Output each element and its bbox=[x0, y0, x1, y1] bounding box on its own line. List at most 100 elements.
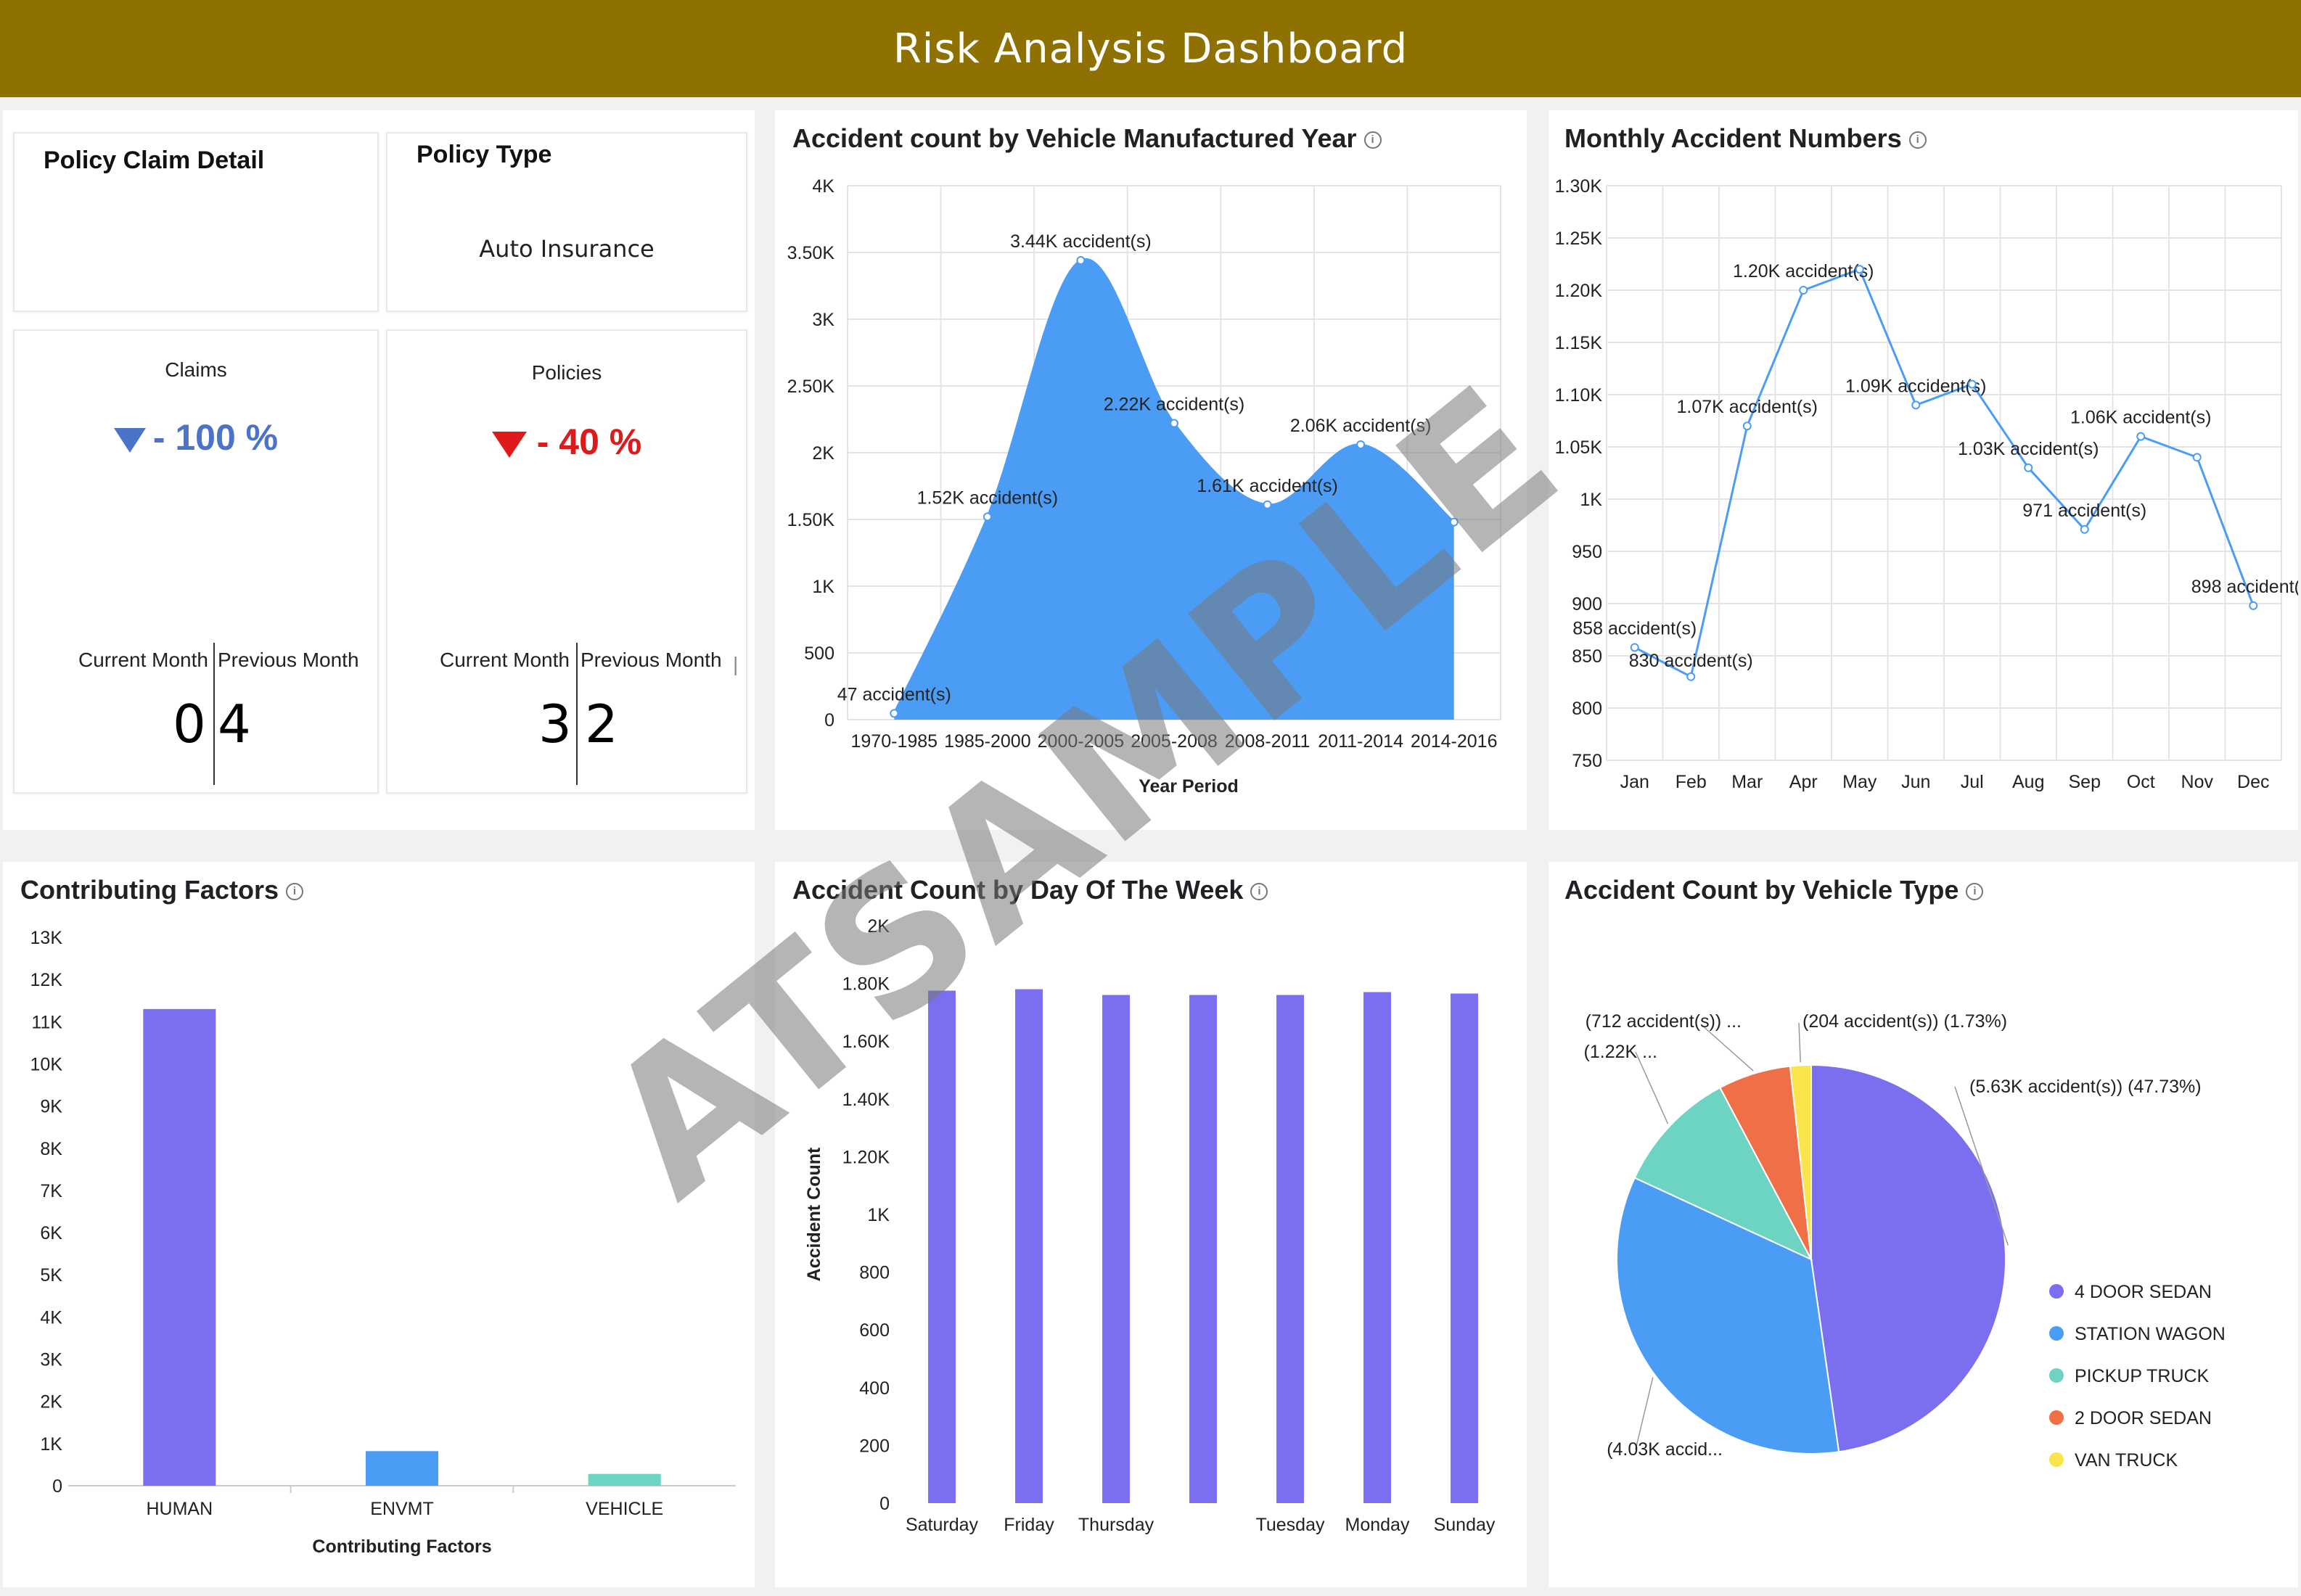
monthly-line-chart: 750 800 850 900 950 1K 1.05K 1.10K 1.15K 1.20K 1.2… bbox=[1555, 176, 2298, 792]
x-tick-label: May bbox=[1842, 772, 1877, 792]
y-tick-label: 1K bbox=[40, 1434, 62, 1455]
data-label: 830 accident(s) bbox=[1629, 651, 1753, 671]
x-tick-label: VEHICLE bbox=[586, 1499, 663, 1519]
data-point bbox=[1076, 256, 1086, 266]
y-tick-label: 1K bbox=[812, 577, 834, 597]
data-point bbox=[1263, 500, 1272, 509]
y-axis-label: Accident Count bbox=[804, 1147, 824, 1281]
x-tick-label: Aug bbox=[2012, 772, 2044, 792]
data-point bbox=[1799, 286, 1808, 295]
data-point bbox=[1967, 379, 1977, 389]
legend-marker bbox=[2049, 1368, 2064, 1383]
data-label: 1.20K accident(s) bbox=[1733, 261, 1874, 281]
y-tick-label: 6K bbox=[40, 1223, 62, 1243]
data-label: 3.44K accident(s) bbox=[1010, 231, 1152, 252]
y-tick-label: 200 bbox=[859, 1436, 890, 1456]
y-tick-label: 2K bbox=[812, 443, 834, 464]
data-label: 1.06K accident(s) bbox=[2070, 408, 2212, 428]
y-tick-label: 500 bbox=[804, 643, 834, 664]
data-label: 971 accident(s) bbox=[2022, 501, 2146, 521]
x-tick-label: Saturday bbox=[906, 1515, 979, 1535]
y-tick-label: 9K bbox=[40, 1097, 62, 1117]
data-point bbox=[983, 512, 992, 522]
data-point bbox=[890, 709, 899, 718]
x-tick-label: Mar bbox=[1731, 772, 1763, 792]
claims-divider bbox=[213, 643, 215, 785]
y-tick-label: 800 bbox=[859, 1263, 890, 1283]
y-tick-label: 1.50K bbox=[787, 510, 835, 530]
x-tick-label: 2011-2014 bbox=[1318, 731, 1403, 752]
data-point bbox=[2192, 453, 2202, 462]
data-label: 2.22K accident(s) bbox=[1104, 395, 1245, 415]
slice-label: (1.22K ... bbox=[1584, 1042, 1657, 1062]
monthly-chart-panel: Monthly Accident Numbers i 750 800 850 900 95… bbox=[1549, 110, 2298, 830]
policies-card: Policies - 40 % Current Month Previous M… bbox=[386, 329, 747, 794]
y-tick-label: 1.15K bbox=[1555, 333, 1603, 353]
policies-extra-mark: | bbox=[733, 653, 739, 675]
y-tick-label: 2K bbox=[40, 1392, 62, 1412]
data-label: 898 accident(s) bbox=[2191, 577, 2298, 597]
y-tick-label: 800 bbox=[1572, 699, 1602, 719]
pie-slice bbox=[1810, 1064, 2006, 1453]
y-tick-label: 1K bbox=[867, 1205, 890, 1225]
x-tick-label: Apr bbox=[1789, 772, 1818, 792]
slice-label: (204 accident(s)) (1.73%) bbox=[1802, 1011, 2007, 1032]
vehicle-pie-chart: (5.63K accident(s)) (47.73%) (4.03K accid… bbox=[1584, 1011, 2226, 1470]
data-point bbox=[1855, 265, 1864, 274]
x-tick-label: HUMAN bbox=[146, 1499, 213, 1519]
legend-label: 2 DOOR SEDAN bbox=[2075, 1408, 2212, 1428]
x-tick-label: Feb bbox=[1675, 772, 1707, 792]
bar bbox=[1189, 995, 1217, 1503]
legend-marker bbox=[2049, 1452, 2064, 1467]
x-tick-label: Oct bbox=[2127, 772, 2155, 792]
claims-previous-value: 4 bbox=[218, 694, 251, 754]
x-tick-label: Dec bbox=[2237, 772, 2269, 792]
data-point bbox=[2024, 463, 2033, 472]
x-tick-label: 1985-2000 bbox=[944, 731, 1031, 752]
y-tick-label: 7K bbox=[40, 1181, 62, 1201]
y-tick-label: 2K bbox=[867, 916, 890, 937]
x-tick-label: 1970-1985 bbox=[851, 731, 938, 752]
y-tick-label: 600 bbox=[859, 1320, 890, 1341]
y-tick-label: 4K bbox=[40, 1307, 62, 1328]
y-tick-label: 0 bbox=[879, 1494, 890, 1514]
data-label: 47 accident(s) bbox=[837, 684, 951, 704]
y-tick-label: 0 bbox=[52, 1476, 62, 1497]
y-tick-label: 1.40K bbox=[842, 1090, 890, 1110]
policy-type-title: Policy Type bbox=[417, 141, 552, 168]
data-point bbox=[2136, 432, 2146, 441]
x-tick-label: Friday bbox=[1004, 1515, 1054, 1535]
data-label: 1.52K accident(s) bbox=[917, 488, 1059, 508]
legend-marker bbox=[2049, 1326, 2064, 1341]
triangle-down-icon bbox=[491, 431, 527, 458]
data-point bbox=[1742, 421, 1752, 431]
claims-previous-month-label: Previous Month bbox=[218, 649, 359, 671]
claims-current-value: 0 bbox=[173, 694, 206, 754]
x-tick-label: 2005-2008 bbox=[1131, 731, 1218, 752]
y-tick-label: 3.50K bbox=[787, 243, 835, 263]
policy-claim-detail-title: Policy Claim Detail bbox=[44, 147, 265, 174]
x-tick-label: 2014-2016 bbox=[1411, 731, 1498, 752]
bar bbox=[588, 1473, 661, 1486]
vehicle-chart-panel: Accident Count by Vehicle Type i (5.63K a… bbox=[1549, 862, 2298, 1587]
slice-label: (4.03K accid... bbox=[1607, 1439, 1723, 1460]
y-tick-label: 950 bbox=[1572, 542, 1602, 562]
y-tick-label: 1.20K bbox=[1555, 281, 1603, 301]
y-tick-label: 10K bbox=[30, 1054, 63, 1074]
factors-chart-panel: Contributing Factors i 0 1K 2K 3K 4K 5K 6K 7K 8K 9… bbox=[3, 862, 755, 1587]
data-label: 1.07K accident(s) bbox=[1676, 397, 1818, 417]
legend-label: PICKUP TRUCK bbox=[2075, 1366, 2210, 1386]
leader-line bbox=[1798, 1022, 1801, 1063]
kpi-panel: Policy Claim Detail Policy Type Auto Ins… bbox=[3, 110, 755, 830]
y-tick-label: 850 bbox=[1572, 646, 1602, 667]
dashboard-header: Risk Analysis Dashboard bbox=[0, 0, 2301, 97]
data-label: 2.06K accident(s) bbox=[1290, 416, 1432, 436]
y-tick-label: 1.30K bbox=[1555, 176, 1603, 197]
bar bbox=[1363, 992, 1391, 1503]
data-point bbox=[2249, 601, 2258, 610]
y-tick-label: 3K bbox=[812, 310, 834, 330]
claims-label: Claims bbox=[165, 358, 227, 381]
y-tick-label: 5K bbox=[40, 1265, 62, 1286]
data-label: 1.61K accident(s) bbox=[1197, 476, 1338, 496]
y-tick-label: 0 bbox=[824, 710, 834, 731]
